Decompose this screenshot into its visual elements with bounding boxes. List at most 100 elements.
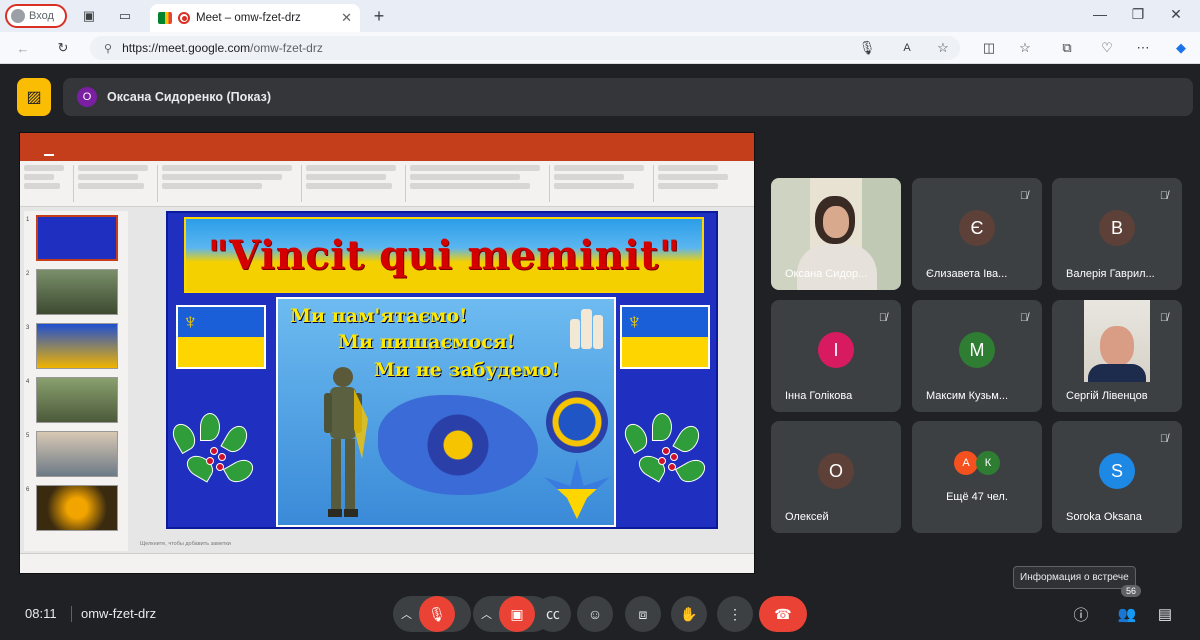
soldier-image	[318, 359, 368, 519]
meeting-time: 08:11	[25, 606, 57, 621]
url-host: https://meet.google.com	[122, 41, 251, 55]
tab-actions-icon[interactable]: ▭	[116, 7, 134, 25]
slide-thumbnail[interactable]	[36, 323, 118, 369]
participant-tile[interactable]: 🎙̸ М Максим Кузьм...	[912, 300, 1042, 412]
favorite-icon[interactable]: ☆	[934, 39, 952, 57]
others-tile[interactable]: А К Ещё 47 чел.	[912, 421, 1042, 533]
participant-tile[interactable]: 🎙̸ S Soroka Oksana	[1052, 421, 1182, 533]
participant-avatar: Є	[959, 210, 995, 246]
ukraine-flag-left: ♆	[176, 305, 266, 369]
captions-icon: ㏄	[546, 606, 560, 622]
raise-hand-button[interactable]: ✋	[671, 596, 707, 632]
workspaces-icon[interactable]: ▣	[80, 7, 98, 25]
profile-button[interactable]: Вход	[5, 4, 67, 28]
mic-toggle-button[interactable]: 🎙	[419, 596, 455, 632]
slide-line-2: Ми пишаємося!	[338, 331, 516, 353]
participant-tile[interactable]: 🎙̸ Сергій Лівенцов	[1052, 300, 1182, 412]
candles-image	[568, 305, 604, 349]
viburnum-right	[620, 413, 716, 497]
favorites-bar-icon[interactable]: ☆	[1016, 39, 1034, 57]
participant-tile[interactable]: 🎙̸ В Валерія Гаврил...	[1052, 178, 1182, 290]
others-count-label: Ещё 47 чел.	[946, 491, 1008, 503]
profile-label: Вход	[29, 10, 54, 22]
info-icon: ⓘ	[1073, 606, 1089, 624]
close-window-icon[interactable]: ✕	[1166, 6, 1186, 23]
minimize-icon[interactable]: —	[1090, 6, 1110, 22]
meeting-code: omw-fzet-drz	[81, 606, 157, 621]
participant-tile[interactable]: Оксана Сидор...	[771, 178, 901, 290]
participant-mini-avatar: К	[976, 451, 1000, 475]
mic-indicator-icon[interactable]: 🎙	[858, 39, 876, 57]
site-info-icon[interactable]: ⚲	[104, 42, 112, 55]
slide-thumbnails: 1 2 3 4 5 6	[24, 211, 128, 551]
leave-call-button[interactable]: ☎	[759, 596, 807, 632]
captions-button[interactable]: ㏄	[535, 596, 571, 632]
slide-thumbnail[interactable]	[36, 485, 118, 531]
hand-icon: ✋	[680, 605, 698, 622]
participant-name: Валерія Гаврил...	[1066, 268, 1155, 280]
new-tab-icon[interactable]: +	[370, 6, 388, 26]
presenter-avatar: О	[77, 87, 97, 107]
emoji-icon: ☺	[587, 606, 603, 622]
url-text: https://meet.google.com/omw-fzet-drz	[122, 41, 323, 55]
slide-thumbnail[interactable]	[36, 269, 118, 315]
trident-icon: ♆	[182, 309, 199, 334]
chevron-up-icon[interactable]: ︿	[481, 606, 492, 622]
slide-line-3: Ми не забудемо!	[374, 359, 560, 381]
split-screen-icon[interactable]: ◫	[980, 39, 998, 57]
coat-of-arms-image	[546, 391, 608, 453]
address-bar-row: ← ↻ ⚲ https://meet.google.com/omw-fzet-d…	[0, 32, 1200, 64]
participant-name: Інна Голікова	[785, 390, 853, 402]
more-menu-icon[interactable]: ⋯	[1134, 39, 1152, 57]
slide-number: 6	[26, 487, 30, 493]
participant-avatar: S	[1099, 453, 1135, 489]
participant-name: Олексей	[785, 511, 829, 523]
people-button[interactable]: 👥	[1109, 596, 1145, 632]
participant-tile[interactable]: О Олексей	[771, 421, 901, 533]
participant-name: Максим Кузьм...	[926, 390, 1009, 402]
slide-number: 5	[26, 433, 30, 439]
collections-icon[interactable]: ⧉	[1058, 39, 1076, 57]
mic-off-icon: 🎙	[428, 605, 446, 622]
camera-off-icon[interactable]: ▨	[17, 78, 51, 116]
url-path: /omw-fzet-drz	[250, 41, 323, 55]
participant-name: Оксана Сидор...	[785, 268, 868, 280]
slide-thumbnail[interactable]	[36, 377, 118, 423]
ppt-title-bar	[20, 133, 754, 149]
participant-tile[interactable]: 🎙̸ І Інна Голікова	[771, 300, 901, 412]
meet-logo-icon	[158, 12, 172, 24]
viburnum-left	[168, 413, 266, 497]
extensions-icon[interactable]: ♡	[1098, 39, 1116, 57]
mic-off-icon: 🎙̸	[1019, 190, 1029, 202]
divider	[71, 606, 72, 622]
meeting-info-button[interactable]: ⓘ	[1063, 596, 1099, 632]
participant-name: Soroka Oksana	[1066, 511, 1142, 523]
shared-screen[interactable]: 1 2 3 4 5 6 "Vincit qui meminit" ♆ ♆ Ми …	[19, 132, 755, 574]
people-icon: 👥	[1117, 606, 1137, 623]
participant-avatar: І	[818, 332, 854, 368]
reactions-button[interactable]: ☺	[577, 596, 613, 632]
slide-thumbnail[interactable]	[36, 431, 118, 477]
slide-thumbnail[interactable]	[36, 215, 118, 261]
more-options-button[interactable]: ⋮	[717, 596, 753, 632]
reload-icon[interactable]: ↻	[54, 39, 72, 57]
chat-button[interactable]: ▤	[1147, 596, 1183, 632]
present-button[interactable]: ⧈	[625, 596, 661, 632]
camera-toggle-button[interactable]: ▣	[499, 596, 535, 632]
participant-tile[interactable]: 🎙̸ Є Єлизавета Іва...	[912, 178, 1042, 290]
read-aloud-icon[interactable]: A	[898, 39, 916, 57]
tab-meet[interactable]: Meet – omw-fzet-drz ✕	[150, 4, 360, 32]
url-input[interactable]: ⚲ https://meet.google.com/omw-fzet-drz	[90, 36, 960, 60]
chevron-up-icon[interactable]: ︿	[401, 606, 412, 622]
mic-off-icon: 🎙̸	[1019, 312, 1029, 324]
meet-stage: ▨ О Оксана Сидоренко (Показ) 1 2 3 4 5 6…	[5, 66, 1195, 640]
close-tab-icon[interactable]: ✕	[341, 10, 352, 26]
slide-banner-text: "Vincit qui meminit"	[207, 231, 681, 279]
notes-placeholder[interactable]: Щелкните, чтобы добавить заметки	[140, 541, 231, 547]
presenter-label: Оксана Сидоренко (Показ)	[107, 90, 271, 104]
copilot-icon[interactable]: ◆	[1172, 39, 1190, 57]
dove-image	[544, 459, 610, 519]
presenter-bar: О Оксана Сидоренко (Показ)	[63, 78, 1193, 116]
restore-icon[interactable]: ❐	[1128, 6, 1148, 23]
back-icon[interactable]: ←	[14, 39, 32, 57]
